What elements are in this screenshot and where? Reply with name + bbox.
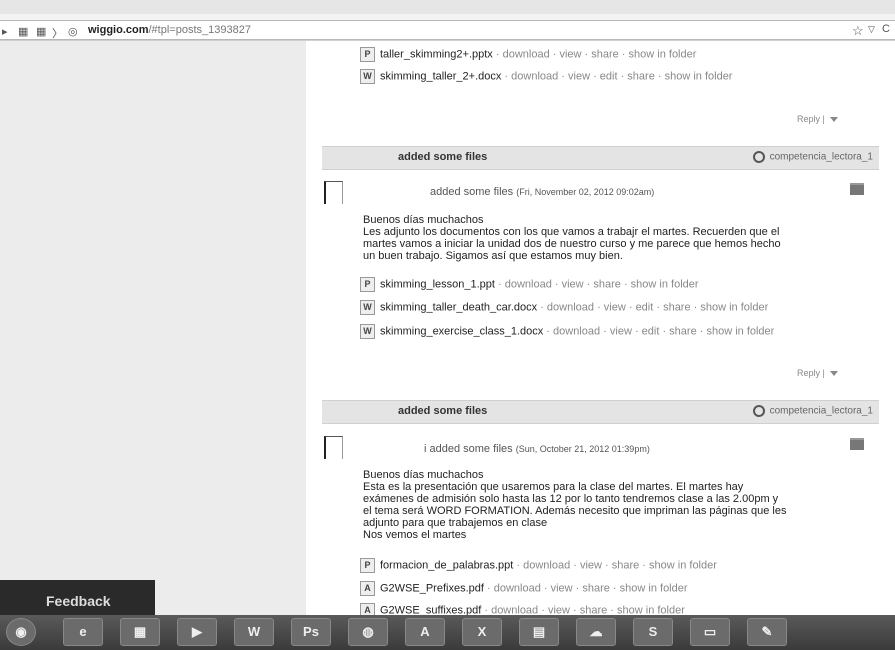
file-actions[interactable]: · download · view · share · show in fold…	[513, 559, 717, 571]
reply-button[interactable]: Reply |	[797, 368, 838, 378]
folder-icon[interactable]	[850, 183, 864, 195]
file-name[interactable]: skimming_lesson_1.ppt	[380, 278, 495, 290]
post-header-title: added some files	[398, 151, 488, 163]
file-actions[interactable]: · download · view · share · show in fold…	[493, 48, 697, 60]
taskbar: ◉ e ▦ ▶ W Ps ◍ A X ▤ ☁ S ▭ ✎	[0, 615, 895, 650]
caret-down-icon[interactable]	[829, 371, 838, 377]
file-actions[interactable]: · download · view · share · show in fold…	[495, 278, 699, 290]
skype-icon[interactable]: S	[633, 618, 673, 646]
post-header: added some files competencia_lectora_1	[322, 146, 879, 170]
internet-explorer-icon[interactable]: e	[63, 618, 103, 646]
browser-toolbar: ▸ ▦ ▦ 〉 ◎ wiggio.com/#tpl=posts_1393827 …	[0, 0, 895, 41]
file-actions[interactable]: · download · view · edit · share · show …	[537, 301, 768, 313]
left-sidebar	[0, 41, 306, 615]
book-icon[interactable]: ▤	[519, 618, 559, 646]
folder-icon[interactable]: ▭	[690, 618, 730, 646]
globe-icon: ◎	[68, 26, 78, 38]
url-domain: wiggio.com	[88, 24, 149, 36]
feedback-button[interactable]: Feedback	[0, 580, 155, 615]
file-row[interactable]: A G2WSE_Prefixes.pdf · download · view · …	[360, 581, 688, 597]
bookmark-star-icon[interactable]: ☆	[852, 23, 864, 39]
file-name[interactable]: skimming_taller_death_car.docx	[380, 301, 537, 313]
grid-icon[interactable]: ▦	[36, 25, 46, 38]
file-row[interactable]: Ptaller_skimming2+.pptx · download · vie…	[360, 47, 696, 63]
file-manager-icon[interactable]: ▦	[120, 618, 160, 646]
file-row[interactable]: Wskimming_taller_2+.docx · download · vi…	[360, 69, 732, 85]
file-row[interactable]: Wskimming_exercise_class_1.docx · downlo…	[360, 324, 774, 340]
reply-button[interactable]: Reply |	[797, 114, 838, 124]
group-circle-icon	[752, 405, 765, 417]
file-name[interactable]: G2WSE_Prefixes.pdf	[380, 582, 484, 594]
file-actions[interactable]: · download · view · edit · share · show …	[501, 70, 732, 82]
file-actions[interactable]: · download · view · share · show in fold…	[484, 582, 688, 594]
powerpoint-file-icon: P	[360, 558, 375, 573]
reply-label[interactable]: Reply |	[797, 114, 825, 124]
file-name[interactable]: formacion_de_palabras.ppt	[380, 559, 513, 571]
back-icon[interactable]: ▸	[2, 25, 8, 38]
file-row[interactable]: Wskimming_taller_death_car.docx · downlo…	[360, 300, 768, 316]
post-meta: added some files (Fri, November 02, 2012…	[430, 186, 654, 198]
file-actions[interactable]: · download · view · edit · share · show …	[543, 325, 774, 337]
word-file-icon: W	[360, 69, 375, 84]
acrobat-icon[interactable]: A	[405, 618, 445, 646]
file-name[interactable]: taller_skimming2+.pptx	[380, 48, 493, 60]
browser-icon[interactable]: ◍	[348, 618, 388, 646]
avatar[interactable]	[324, 181, 343, 204]
avatar[interactable]	[324, 436, 343, 459]
photoshop-icon[interactable]: Ps	[291, 618, 331, 646]
group-link[interactable]: competencia_lectora_1	[752, 405, 873, 417]
group-name[interactable]: competencia_lectora_1	[770, 152, 873, 163]
group-name[interactable]: competencia_lectora_1	[770, 406, 873, 417]
paint-icon[interactable]: ✎	[747, 618, 787, 646]
post-message: Buenos días muchachos Esta es la present…	[363, 469, 787, 541]
url-text[interactable]: wiggio.com/#tpl=posts_1393827	[88, 24, 251, 36]
file-name[interactable]: skimming_taller_2+.docx	[380, 70, 501, 82]
dropdown-icon[interactable]: ▽	[868, 24, 875, 35]
file-name[interactable]: skimming_exercise_class_1.docx	[380, 325, 543, 337]
chevron-right-icon: 〉	[52, 28, 63, 40]
post-date: (Fri, November 02, 2012 09:02am)	[516, 187, 655, 197]
start-orb-icon[interactable]: ◉	[6, 618, 36, 646]
folder-icon[interactable]	[850, 438, 864, 450]
word-file-icon: W	[360, 300, 375, 315]
caret-down-icon[interactable]	[829, 117, 838, 123]
reload-icon[interactable]: C	[882, 23, 890, 35]
word-icon[interactable]: W	[234, 618, 274, 646]
pdf-file-icon: A	[360, 581, 375, 596]
feedback-label[interactable]: Feedback	[46, 593, 111, 609]
cloud-icon[interactable]: ☁	[576, 618, 616, 646]
post-header: added some files competencia_lectora_1	[322, 400, 879, 424]
url-path: /#tpl=posts_1393827	[148, 24, 251, 36]
reply-label[interactable]: Reply |	[797, 368, 825, 378]
post-date: (Sun, October 21, 2012 01:39pm)	[515, 444, 650, 454]
file-row[interactable]: Pskimming_lesson_1.ppt · download · view…	[360, 277, 699, 293]
powerpoint-file-icon: P	[360, 277, 375, 292]
tab-strip	[0, 0, 895, 14]
post-meta: i added some files (Sun, October 21, 201…	[424, 443, 650, 455]
file-row[interactable]: Pformacion_de_palabras.ppt · download · …	[360, 558, 717, 574]
media-player-icon[interactable]: ▶	[177, 618, 217, 646]
apps-icon[interactable]: ▦	[18, 25, 28, 38]
post-action-text: i added some files	[424, 443, 513, 455]
post-message: Buenos días muchachos Les adjunto los do…	[363, 214, 781, 262]
post-header-title: added some files	[398, 405, 488, 417]
excel-icon[interactable]: X	[462, 618, 502, 646]
group-circle-icon	[752, 151, 765, 163]
post-action-text: added some files	[430, 186, 514, 198]
group-link[interactable]: competencia_lectora_1	[752, 151, 873, 163]
powerpoint-file-icon: P	[360, 47, 375, 62]
word-file-icon: W	[360, 324, 375, 339]
